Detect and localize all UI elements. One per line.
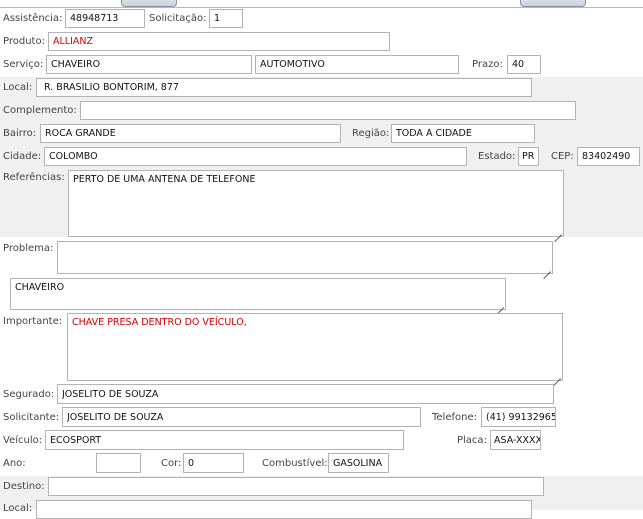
cidade-field[interactable] <box>44 147 467 166</box>
regiao-label: Região: <box>352 128 390 139</box>
veiculo-label: Veículo: <box>3 435 43 446</box>
estado-label: Estado: <box>478 151 516 162</box>
combustivel-field[interactable] <box>328 453 389 473</box>
resize-grip-icon[interactable] <box>543 264 551 272</box>
telefone-field[interactable] <box>481 407 556 427</box>
segurado-label: Segurado: <box>3 389 55 400</box>
local-label: Local: <box>3 82 33 93</box>
assistencia-field[interactable] <box>65 9 145 28</box>
local-field[interactable] <box>36 78 532 97</box>
referencias-textarea[interactable]: PERTO DE UMA ANTENA DE TELEFONE <box>68 170 564 237</box>
toolbar-button-right[interactable] <box>520 0 586 7</box>
ano-field[interactable] <box>96 453 141 473</box>
veiculo-field[interactable] <box>45 430 404 450</box>
solicitacao-label: Solicitação: <box>149 13 207 24</box>
produto-field[interactable] <box>48 32 390 51</box>
prazo-field[interactable] <box>507 55 541 74</box>
produto-label: Produto: <box>3 36 45 47</box>
referencias-label: Referências: <box>3 172 65 183</box>
cor-field[interactable] <box>183 453 244 473</box>
problema-label: Problema: <box>3 243 54 254</box>
cidade-label: Cidade: <box>3 151 42 162</box>
destino-label: Destino: <box>3 481 45 492</box>
placa-label: Placa: <box>457 435 487 446</box>
destino-local-label: Local: <box>3 503 33 514</box>
prazo-label: Prazo: <box>472 59 503 70</box>
placa-field[interactable] <box>490 430 541 450</box>
estado-field[interactable] <box>518 147 539 166</box>
telefone-label: Telefone: <box>432 412 477 423</box>
ano-label: Ano: <box>3 458 26 469</box>
importante-textarea[interactable]: CHAVE PRESA DENTRO DO VEÍCULO, <box>67 313 563 381</box>
servico-field[interactable] <box>46 55 252 74</box>
servico-label: Serviço: <box>3 59 44 70</box>
bairro-field[interactable] <box>40 124 341 143</box>
cor-label: Cor: <box>161 458 182 469</box>
top-toolbar <box>0 0 643 8</box>
combustivel-label: Combustível: <box>262 458 328 469</box>
importante-label: Importante: <box>3 316 63 327</box>
regiao-field[interactable] <box>391 124 535 143</box>
problema-descricao-textarea[interactable]: CHAVEIRO <box>10 278 506 310</box>
solicitacao-field[interactable] <box>209 9 243 28</box>
resize-grip-icon[interactable] <box>496 300 504 308</box>
cep-field[interactable] <box>577 147 640 166</box>
segurado-field[interactable] <box>57 384 554 404</box>
assistencia-label: Assistência: <box>3 13 63 24</box>
bairro-label: Bairro: <box>3 128 37 139</box>
problema-textarea[interactable] <box>57 241 553 274</box>
solicitante-label: Solicitante: <box>3 412 60 423</box>
resize-grip-icon[interactable] <box>553 371 561 379</box>
complemento-label: Complemento: <box>3 105 77 116</box>
destino-field[interactable] <box>48 477 544 496</box>
resize-grip-icon[interactable] <box>554 227 562 235</box>
complemento-field[interactable] <box>80 101 576 120</box>
cep-label: CEP: <box>551 151 574 162</box>
toolbar-button-left[interactable] <box>121 0 177 7</box>
servico-tipo-field[interactable] <box>255 55 459 74</box>
solicitante-field[interactable] <box>62 407 421 427</box>
